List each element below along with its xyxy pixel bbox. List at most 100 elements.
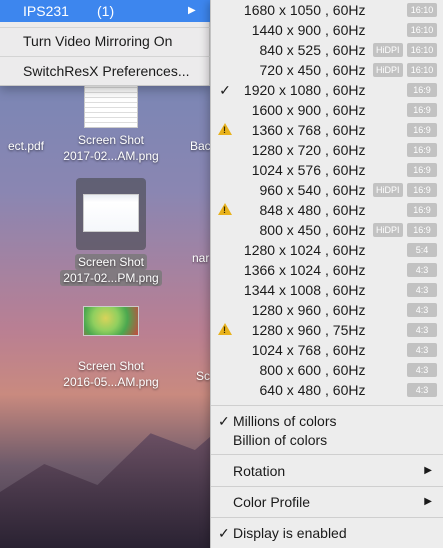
file-selection-box — [76, 178, 146, 250]
menu-item-color-profile[interactable]: Color Profile ▶ — [211, 492, 443, 512]
aspect-ratio-badge: 16:10 — [407, 43, 437, 57]
aspect-ratio-badge: 16:10 — [407, 63, 437, 77]
aspect-ratio-badge: 16:9 — [407, 83, 437, 97]
resolution-label: 1360 x 768 — [251, 122, 321, 138]
aspect-ratio-badge: 16:9 — [407, 203, 437, 217]
aspect-ratio-badge: 4:3 — [407, 283, 437, 297]
resolution-label: 640 x 480 — [259, 382, 322, 398]
submenu-arrow-icon: ▶ — [424, 465, 432, 476]
file-label: Bac — [190, 139, 211, 153]
menu-item-billion-colors[interactable]: Billion of colors — [211, 430, 443, 450]
aspect-ratio-badge: 16:10 — [407, 3, 437, 17]
resolution-item[interactable]: ✓ 1920 x 1080, 60Hz 16:9 — [211, 80, 443, 100]
file-label-line1: Screen Shot — [77, 133, 145, 147]
resolution-item[interactable]: 1440 x 900, 60Hz 16:10 — [211, 20, 443, 40]
aspect-ratio-badge: 5:4 — [407, 243, 437, 257]
color-profile-label: Color Profile — [233, 494, 311, 510]
resolution-label: 1280 x 960 — [251, 302, 321, 318]
resolution-item[interactable]: ! 1280 x 960, 75Hz 4:3 — [211, 320, 443, 340]
resolution-item[interactable]: 1344 x 1008, 60Hz 4:3 — [211, 280, 443, 300]
resolution-item[interactable]: 640 x 480, 60Hz 4:3 — [211, 380, 443, 400]
aspect-ratio-badge: 4:3 — [407, 343, 437, 357]
aspect-ratio-badge: 16:9 — [407, 163, 437, 177]
aspect-ratio-badge: 4:3 — [407, 383, 437, 397]
file-label-line1: Screen Shot — [77, 359, 145, 373]
menu-item-mirroring[interactable]: Turn Video Mirroring On — [0, 30, 210, 52]
refresh-rate-label: , 60Hz — [325, 242, 366, 258]
resolution-label: 1440 x 900 — [251, 22, 321, 38]
resolution-label: 1920 x 1080 — [243, 82, 321, 98]
menu-item-rotation[interactable]: Rotation ▶ — [211, 461, 443, 481]
desktop-file-partial-1[interactable]: Bac — [190, 138, 212, 154]
resolution-label: 1680 x 1050 — [243, 2, 321, 18]
file-thumbnail — [83, 194, 139, 232]
resolution-label: 840 x 525 — [259, 42, 322, 58]
desktop-file-screenshot-2[interactable]: Screen Shot 2017-02...PM.png — [52, 178, 170, 286]
file-label-line2: 2017-02...AM.png — [63, 149, 159, 163]
mirroring-label: Turn Video Mirroring On — [23, 33, 173, 49]
desktop-file-partial-2[interactable]: nar — [192, 250, 212, 266]
resolution-item[interactable]: 800 x 600, 60Hz 4:3 — [211, 360, 443, 380]
refresh-rate-label: , 60Hz — [325, 202, 366, 218]
aspect-ratio-badge: 16:10 — [407, 23, 437, 37]
file-thumbnail — [83, 306, 139, 336]
menu-item-millions-colors[interactable]: ✓ Millions of colors — [211, 411, 443, 431]
aspect-ratio-badge: 16:9 — [407, 223, 437, 237]
refresh-rate-label: , 60Hz — [325, 182, 366, 198]
desktop-file-screenshot-3[interactable]: Screen Shot 2016-05...AM.png — [54, 306, 168, 390]
refresh-rate-label: , 60Hz — [325, 382, 366, 398]
resolution-item[interactable]: 1280 x 960, 60Hz 4:3 — [211, 300, 443, 320]
file-label: ect.pdf — [7, 139, 45, 153]
menu-item-display-enabled[interactable]: ✓ Display is enabled — [211, 523, 443, 543]
refresh-rate-label: , 60Hz — [325, 222, 366, 238]
refresh-rate-label: , 60Hz — [325, 122, 366, 138]
refresh-rate-label: , 60Hz — [325, 302, 366, 318]
file-label: Sc — [196, 369, 211, 383]
display-name: IPS231 — [23, 3, 69, 19]
billion-label: Billion of colors — [233, 432, 328, 448]
resolution-item[interactable]: ! 1360 x 768, 60Hz 16:9 — [211, 120, 443, 140]
resolution-label: 960 x 540 — [259, 182, 322, 198]
millions-label: Millions of colors — [233, 413, 337, 429]
resolution-item[interactable]: 720 x 450, 60Hz HiDPI 16:10 — [211, 60, 443, 80]
menu-separator — [211, 454, 443, 455]
menu-separator — [211, 486, 443, 487]
resolution-item[interactable]: 1680 x 1050, 60Hz 16:10 — [211, 0, 443, 20]
switchresx-menu: IPS231 (1) ▶ Turn Video Mirroring On Swi… — [0, 0, 210, 86]
refresh-rate-label: , 60Hz — [325, 162, 366, 178]
resolution-label: 1024 x 576 — [251, 162, 321, 178]
resolution-item[interactable]: 840 x 525, 60Hz HiDPI 16:10 — [211, 40, 443, 60]
resolution-item[interactable]: 1024 x 768, 60Hz 4:3 — [211, 340, 443, 360]
aspect-ratio-badge: 4:3 — [407, 263, 437, 277]
aspect-ratio-badge: 4:3 — [407, 303, 437, 317]
display-enabled-label: Display is enabled — [233, 525, 347, 541]
checkmark-icon: ✓ — [218, 525, 230, 541]
menu-separator — [211, 517, 443, 518]
file-label: nar — [192, 251, 210, 265]
desktop-file-pdf[interactable]: ect.pdf — [0, 138, 52, 154]
resolution-item[interactable]: 1280 x 720, 60Hz 16:9 — [211, 140, 443, 160]
resolution-submenu: 1680 x 1050, 60Hz 16:10 1440 x 900, 60Hz 16… — [210, 0, 443, 548]
resolution-item[interactable]: 1366 x 1024, 60Hz 4:3 — [211, 260, 443, 280]
refresh-rate-label: , 60Hz — [325, 62, 366, 78]
resolution-label: 800 x 450 — [259, 222, 322, 238]
resolution-label: 1366 x 1024 — [243, 262, 321, 278]
menu-item-preferences[interactable]: SwitchResX Preferences... — [0, 60, 210, 82]
refresh-rate-label: , 60Hz — [325, 362, 366, 378]
rotation-label: Rotation — [233, 463, 286, 479]
hidpi-badge: HiDPI — [373, 63, 403, 77]
resolution-item[interactable]: 800 x 450, 60Hz HiDPI 16:9 — [211, 220, 443, 240]
resolution-label: 1024 x 768 — [251, 342, 321, 358]
resolution-item[interactable]: 1600 x 900, 60Hz 16:9 — [211, 100, 443, 120]
resolution-item[interactable]: 1024 x 576, 60Hz 16:9 — [211, 160, 443, 180]
refresh-rate-label: , 60Hz — [325, 282, 366, 298]
resolution-item[interactable]: 960 x 540, 60Hz HiDPI 16:9 — [211, 180, 443, 200]
submenu-arrow-icon: ▶ — [188, 5, 196, 16]
resolution-item[interactable]: ! 848 x 480, 60Hz 16:9 — [211, 200, 443, 220]
checkmark-icon: ✓ — [218, 413, 230, 429]
refresh-rate-label: , 60Hz — [325, 2, 366, 18]
menu-item-display[interactable]: IPS231 (1) ▶ — [0, 0, 210, 22]
aspect-ratio-badge: 16:9 — [407, 143, 437, 157]
preferences-label: SwitchResX Preferences... — [23, 63, 190, 79]
resolution-item[interactable]: 1280 x 1024, 60Hz 5:4 — [211, 240, 443, 260]
